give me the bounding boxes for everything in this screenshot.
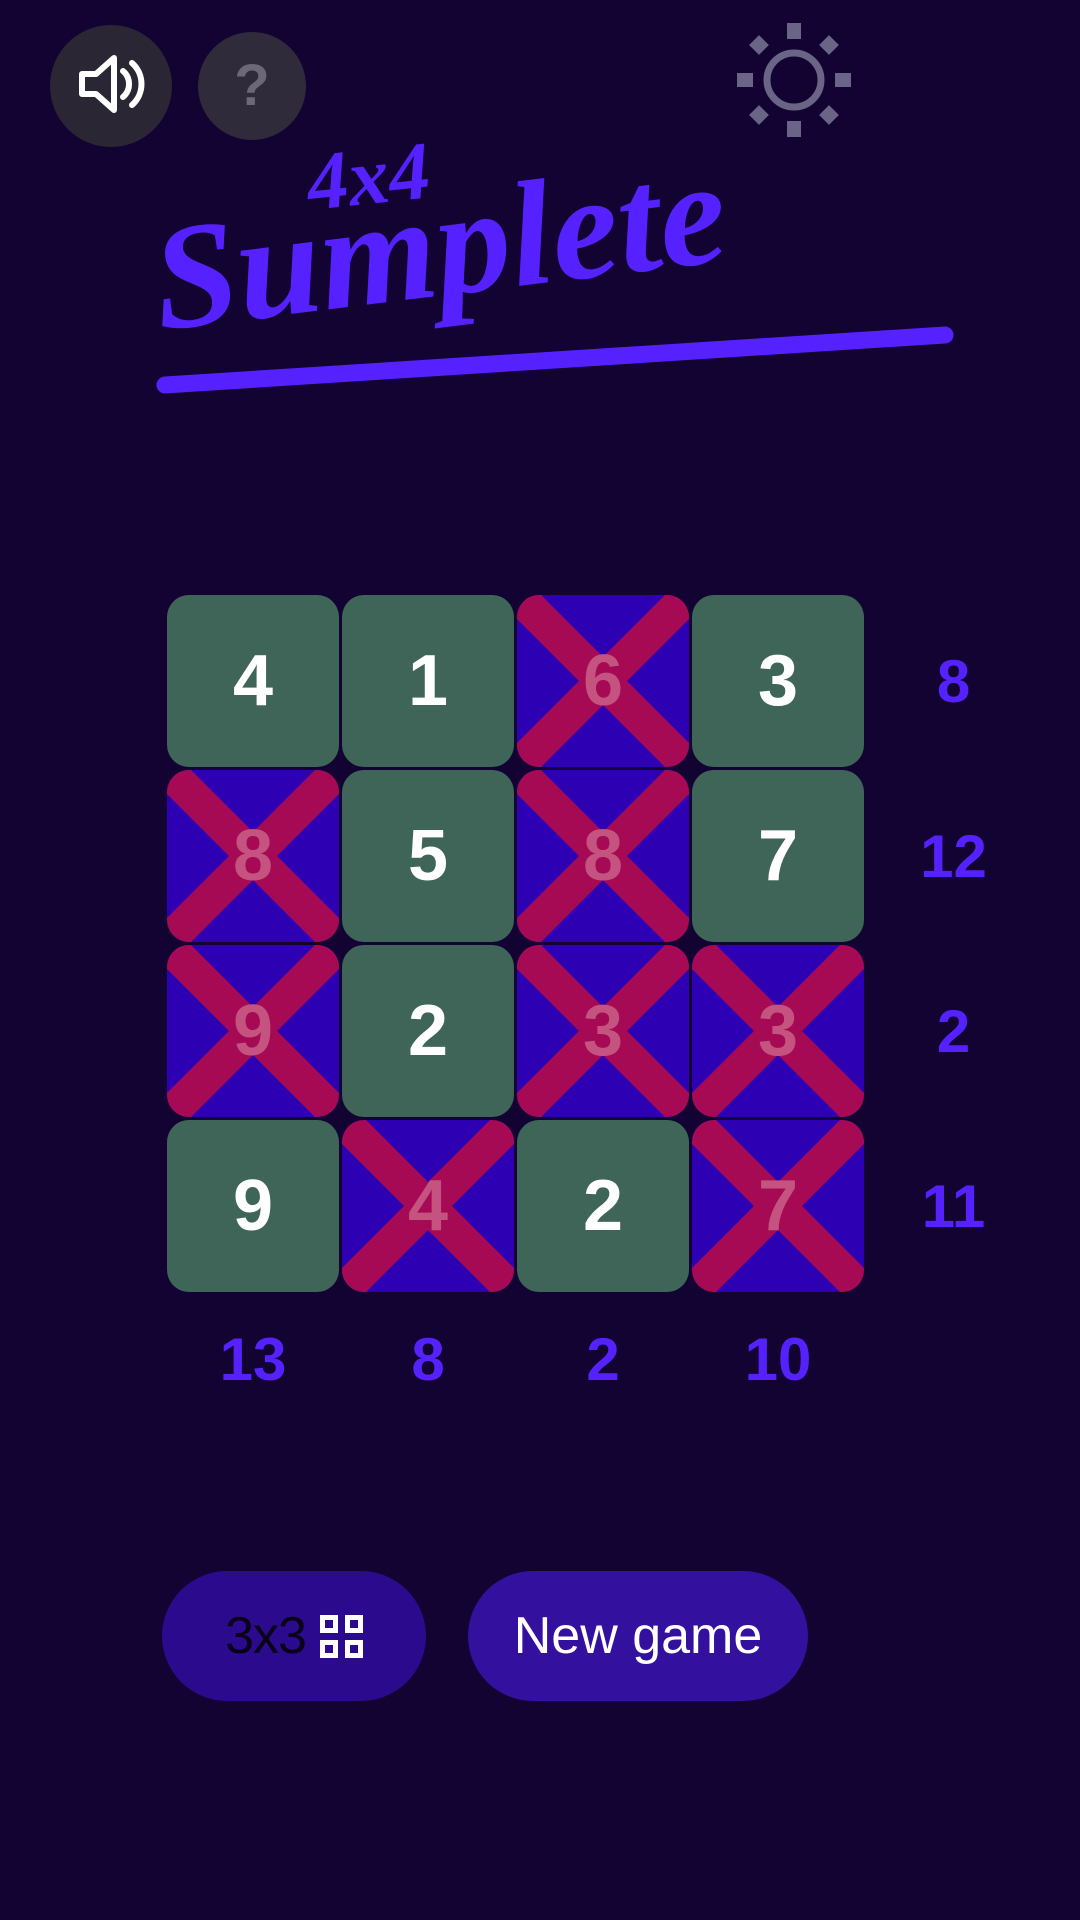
cell-value: 8 <box>582 816 624 896</box>
cell-value: 9 <box>232 991 274 1071</box>
cell-value: 2 <box>407 991 449 1071</box>
row-sum-1: 8 <box>936 647 971 715</box>
grid-cell-r2c2[interactable]: 5 <box>342 770 514 942</box>
col-sum-2: 8 <box>411 1325 445 1393</box>
theme-toggle-button[interactable] <box>730 18 858 146</box>
grid-cell-r4c1[interactable]: 9 <box>167 1120 339 1292</box>
grid-cell-r4c4[interactable]: 7 <box>692 1120 864 1292</box>
cell-value: 1 <box>407 641 449 721</box>
row-sum-4: 11 <box>921 1172 986 1240</box>
app-logo: 4x4 Sumplete <box>0 140 1080 410</box>
new-game-button[interactable]: New game <box>468 1571 808 1701</box>
top-bar: ? <box>0 0 1080 150</box>
grid-cell-r2c4[interactable]: 7 <box>692 770 864 942</box>
cell-value: 9 <box>232 1166 274 1246</box>
grid-cell-r1c3[interactable]: 6 <box>517 595 689 767</box>
grid-size-label: 3x3 <box>225 1607 307 1665</box>
grid-cell-r4c2[interactable]: 4 <box>342 1120 514 1292</box>
game-board: 4 1 6 3 8 8 5 8 7 12 9 2 3 3 2 9 4 2 7 11 13 8 2 10 <box>166 594 1080 1424</box>
sound-toggle-button[interactable] <box>50 25 172 147</box>
grid-four-squares-icon <box>319 1614 363 1658</box>
question-mark-icon: ? <box>234 53 270 118</box>
grid-cell-r2c3[interactable]: 8 <box>517 770 689 942</box>
speaker-volume-icon <box>76 53 146 120</box>
col-sum-1: 13 <box>219 1325 287 1393</box>
grid-size-button[interactable]: 3x3 <box>162 1571 426 1701</box>
cell-value: 3 <box>757 991 799 1071</box>
cell-value: 5 <box>407 816 449 896</box>
bottom-button-bar: 3x3 New game <box>162 1571 922 1711</box>
new-game-label: New game <box>513 1607 763 1665</box>
grid-cell-r1c4[interactable]: 3 <box>692 595 864 767</box>
grid-corner-spacer <box>866 1294 1041 1424</box>
cell-value: 3 <box>757 641 799 721</box>
cell-value: 7 <box>757 1166 799 1246</box>
cell-value: 7 <box>757 816 799 896</box>
col-sum-3: 2 <box>586 1325 620 1393</box>
sun-icon <box>735 21 853 144</box>
cell-value: 4 <box>232 641 274 721</box>
grid-cell-r3c1[interactable]: 9 <box>167 945 339 1117</box>
grid-cell-r4c3[interactable]: 2 <box>517 1120 689 1292</box>
cell-value: 8 <box>232 816 274 896</box>
col-sum-4: 10 <box>744 1325 812 1393</box>
grid-cell-r2c1[interactable]: 8 <box>167 770 339 942</box>
grid-cell-r1c2[interactable]: 1 <box>342 595 514 767</box>
cell-value: 4 <box>407 1166 449 1246</box>
puzzle-grid: 4 1 6 3 8 8 5 8 7 12 9 2 3 3 2 9 4 2 7 11 13 8 2 10 <box>166 594 1080 1424</box>
help-button[interactable]: ? <box>198 32 306 140</box>
grid-cell-r3c3[interactable]: 3 <box>517 945 689 1117</box>
grid-cell-r3c4[interactable]: 3 <box>692 945 864 1117</box>
cell-value: 2 <box>582 1166 624 1246</box>
row-sum-2: 12 <box>920 822 987 890</box>
grid-cell-r3c2[interactable]: 2 <box>342 945 514 1117</box>
row-sum-3: 2 <box>936 997 971 1065</box>
logo-title-text: Sumplete <box>144 140 735 363</box>
cell-value: 6 <box>582 641 624 721</box>
grid-cell-r1c1[interactable]: 4 <box>167 595 339 767</box>
cell-value: 3 <box>582 991 624 1071</box>
